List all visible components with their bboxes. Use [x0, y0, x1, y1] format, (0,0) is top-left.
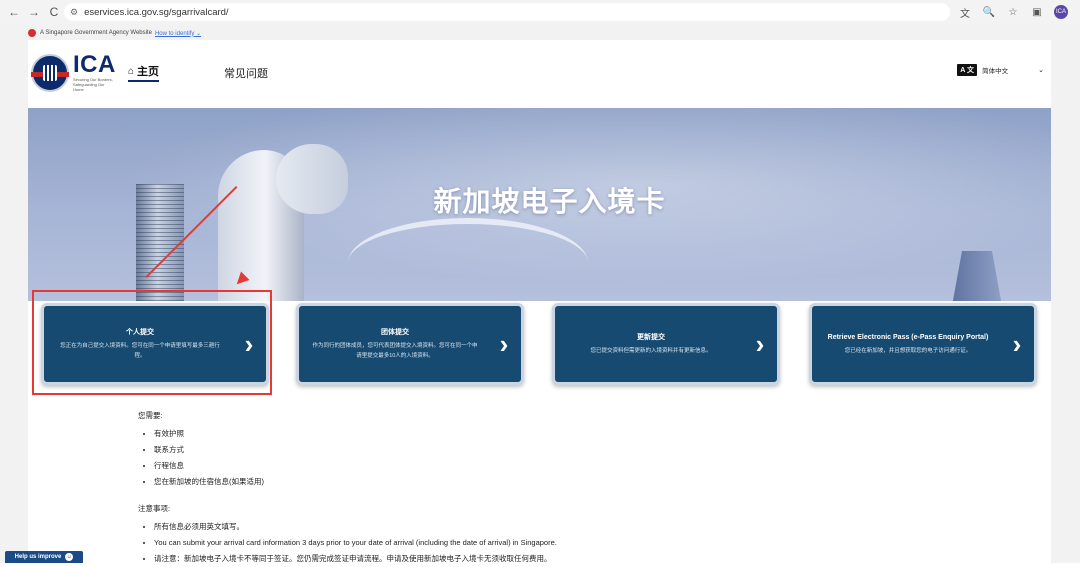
bookmark-star-icon[interactable]: ☆ — [1004, 3, 1022, 21]
requirements-heading: 您需要: — [138, 411, 163, 420]
lion-head-icon — [28, 29, 36, 37]
card-description: 您正在为自己提交入境资料。您可在同一个申请里填写最多三趟行程。 — [60, 342, 220, 359]
ica-seal-icon — [31, 53, 69, 92]
language-icon: A 文 — [957, 64, 978, 76]
forward-icon[interactable]: → — [26, 4, 42, 20]
help-us-improve-button[interactable]: Help us improve ☺ — [5, 551, 83, 563]
main-content: ICA Securing Our Borders, Safeguarding O… — [28, 40, 1051, 563]
how-to-identify-link[interactable]: How to identify ⌄ — [155, 30, 201, 37]
update-submission-card[interactable]: 更新提交 您已提交资料但需更新的入境资料并有更新信息。 › — [552, 303, 780, 385]
list-item: 有效护照 — [154, 426, 264, 442]
gov-masthead: A Singapore Government Agency Website Ho… — [28, 27, 201, 39]
list-item: 联系方式 — [154, 442, 264, 458]
card-title: 团体提交 — [381, 328, 409, 336]
notes-list: 所有信息必须用英文填写。 You can submit your arrival… — [138, 519, 557, 567]
side-panel-icon[interactable]: ▣ — [1028, 3, 1046, 21]
nav-faq[interactable]: 常见问题 — [224, 65, 268, 81]
site-header: ICA Securing Our Borders, Safeguarding O… — [28, 40, 1051, 108]
list-item: 行程信息 — [154, 458, 264, 474]
url-text[interactable]: eservices.ica.gov.sg/sgarrivalcard/ — [84, 7, 229, 18]
feedback-label: Help us improve — [14, 554, 62, 560]
card-title: Retrieve Electronic Pass (e-Pass Enquiry… — [827, 333, 989, 341]
translate-icon[interactable]: 文 — [956, 3, 974, 21]
gov-banner-text: A Singapore Government Agency Website — [40, 30, 152, 36]
list-item: 请注意：新加坡电子入境卡不等同于签证。您仍需完成签证申请流程。申请及使用新加坡电… — [154, 551, 557, 567]
requirements-section: 您需要: 有效护照 联系方式 行程信息 您在新加坡的住宿信息(如果适用) — [138, 410, 264, 500]
browser-toolbar: ← → C ⚙ eservices.ica.gov.sg/sgarrivalca… — [0, 0, 1080, 24]
water-spray-image — [348, 218, 588, 301]
language-selected: 简体中文 — [982, 68, 1009, 75]
home-icon: ⌂ — [128, 65, 135, 77]
list-item: 所有信息必须用英文填写。 — [154, 519, 557, 535]
card-description: 您已提交资料但需更新的入境资料并有更新信息。 — [590, 347, 712, 354]
list-item: 您在新加坡的住宿信息(如果适用) — [154, 474, 264, 490]
zoom-icon[interactable]: 🔍 — [980, 3, 998, 21]
profile-avatar[interactable]: ICA — [1054, 5, 1068, 19]
nav-home[interactable]: ⌂ 主页 — [128, 64, 160, 82]
list-item: You can submit your arrival card informa… — [154, 535, 557, 551]
chevron-down-icon: ⌄ — [1038, 67, 1044, 74]
chevron-right-icon: › — [1012, 329, 1022, 359]
chevron-right-icon: › — [499, 329, 509, 359]
hero-title: 新加坡电子入境卡 — [433, 186, 666, 217]
language-dropdown[interactable]: 简体中文 ⌄ — [982, 65, 1044, 75]
reload-icon[interactable]: C — [46, 4, 62, 20]
chevron-right-icon: › — [244, 329, 254, 359]
chevron-right-icon: › — [755, 329, 765, 359]
notes-section: 注意事项: 所有信息必须用英文填写。 You can submit your a… — [138, 503, 557, 567]
browser-actions: 文 🔍 ☆ ▣ ICA — [950, 3, 1080, 21]
logo-tagline: Securing Our Borders, Safeguarding Our H… — [73, 77, 113, 92]
individual-submission-card[interactable]: 个人提交 您正在为自己提交入境资料。您可在同一个申请里填写最多三趟行程。 › — [41, 303, 269, 385]
group-submission-card[interactable]: 团体提交 作为同行的团体成员，您可代表团体提交入境资料。您可在同一个申请里提交最… — [296, 303, 524, 385]
smile-icon: ☺ — [65, 553, 74, 561]
nav-home-label: 主页 — [137, 66, 160, 78]
retrieve-epass-card[interactable]: Retrieve Electronic Pass (e-Pass Enquiry… — [809, 303, 1037, 385]
card-title: 更新提交 — [637, 333, 665, 341]
back-icon[interactable]: ← — [6, 4, 22, 20]
logo-wordmark: ICA — [73, 51, 116, 78]
language-selector[interactable]: A 文 简体中文 ⌄ — [957, 64, 1044, 76]
address-bar[interactable]: ⚙ eservices.ica.gov.sg/sgarrivalcard/ — [64, 3, 950, 21]
site-settings-icon[interactable]: ⚙ — [70, 7, 78, 18]
card-description: 作为同行的团体成员，您可代表团体提交入境资料。您可在同一个申请里提交最多10人的… — [312, 342, 478, 359]
notes-heading: 注意事项: — [138, 504, 171, 513]
card-description: 您已经在新加坡，并且想获取您的电子访问通行证。 — [844, 347, 972, 354]
hero-banner: 新加坡电子入境卡 — [28, 108, 1051, 301]
card-title: 个人提交 — [126, 328, 154, 336]
ica-logo[interactable]: ICA Securing Our Borders, Safeguarding O… — [31, 53, 116, 92]
requirements-list: 有效护照 联系方式 行程信息 您在新加坡的住宿信息(如果适用) — [138, 426, 264, 490]
